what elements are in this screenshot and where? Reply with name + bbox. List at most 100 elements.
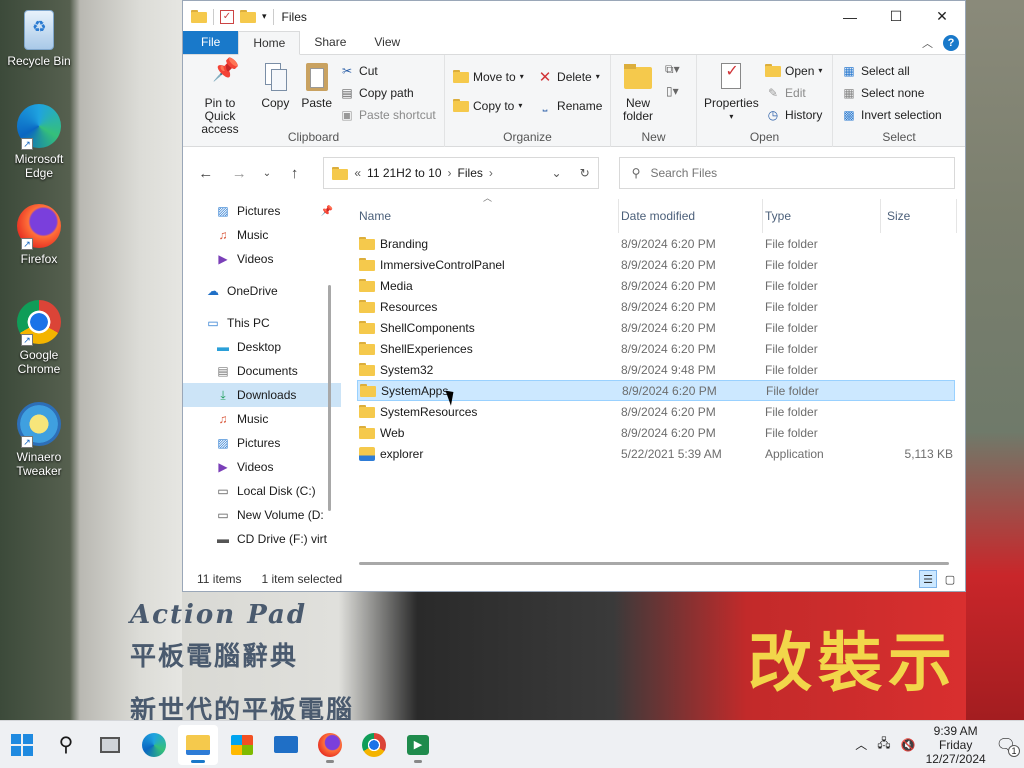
volume-muted-icon[interactable]: 🔇 bbox=[901, 738, 916, 752]
search-box[interactable]: ⚲ bbox=[618, 157, 955, 189]
paste-shortcut-button[interactable]: ▣ Paste shortcut bbox=[339, 105, 435, 124]
new-folder-button[interactable]: New folder bbox=[615, 59, 661, 125]
copy-button[interactable]: Copy bbox=[256, 59, 294, 112]
chrome-taskbar-button[interactable] bbox=[354, 725, 394, 765]
breadcrumb-item[interactable]: 11 21H2 to 10 bbox=[367, 166, 442, 180]
details-view-icon[interactable]: ☰ bbox=[919, 570, 937, 588]
nav-item[interactable]: ⤓ Downloads bbox=[183, 383, 341, 407]
table-row[interactable]: ShellExperiences 8/9/2024 6:20 PM File fol… bbox=[359, 338, 965, 359]
table-row[interactable]: System32 8/9/2024 9:48 PM File folder bbox=[359, 359, 965, 380]
nav-item[interactable]: ▭ Local Disk (C:) bbox=[183, 479, 341, 503]
nav-item[interactable]: ♫ Music bbox=[183, 407, 341, 431]
nav-item[interactable]: ☁ OneDrive bbox=[183, 279, 341, 303]
desktop-icon-recycle-bin[interactable]: ♻ Recycle Bin bbox=[6, 10, 72, 68]
forward-arrow-icon[interactable]: → bbox=[227, 165, 253, 182]
select-all-label: Select all bbox=[861, 63, 910, 78]
nav-item[interactable]: ▬ CD Drive (F:) virt bbox=[183, 527, 341, 551]
address-bar[interactable]: « 11 21H2 to 10 › Files › ⌄ ↻ bbox=[323, 157, 599, 189]
nav-item[interactable]: ▨ Pictures 📌 bbox=[183, 199, 341, 223]
start-button[interactable] bbox=[2, 725, 42, 765]
nav-scrollbar[interactable] bbox=[328, 285, 331, 511]
desktop-icon-chrome[interactable]: ↗ Google Chrome bbox=[6, 300, 72, 376]
open-button[interactable]: Open ▾ bbox=[765, 61, 822, 80]
tab-home[interactable]: Home bbox=[238, 31, 301, 55]
new-folder-quick-icon[interactable] bbox=[240, 10, 256, 23]
refresh-icon[interactable]: ↻ bbox=[580, 166, 590, 180]
nav-item[interactable]: ▶ Videos bbox=[183, 455, 341, 479]
column-type[interactable]: Type bbox=[763, 199, 881, 233]
help-icon[interactable]: ? bbox=[943, 35, 959, 51]
select-all-button[interactable]: ▦ Select all bbox=[841, 61, 942, 80]
column-size[interactable]: Size bbox=[881, 199, 957, 233]
cut-button[interactable]: ✂ Cut bbox=[339, 61, 436, 80]
recent-locations-icon[interactable]: ⌄ bbox=[260, 168, 274, 179]
clock[interactable]: 9:39 AM Friday 12/27/2024 bbox=[926, 724, 986, 766]
app-taskbar-button[interactable]: ▶ bbox=[398, 725, 438, 765]
nav-item[interactable]: ▤ Documents bbox=[183, 359, 341, 383]
table-row[interactable]: Branding 8/9/2024 6:20 PM File folder bbox=[359, 233, 965, 254]
column-date-modified[interactable]: Date modified bbox=[619, 199, 763, 233]
address-dropdown-icon[interactable]: ⌄ bbox=[552, 166, 562, 180]
table-row[interactable]: ImmersiveControlPanel 8/9/2024 6:20 PM Fil… bbox=[359, 254, 965, 275]
nav-item[interactable]: ▬ Desktop bbox=[183, 335, 341, 359]
nav-item[interactable]: ▶ Videos bbox=[183, 247, 341, 271]
network-icon[interactable]: 🖧 bbox=[877, 734, 890, 755]
notifications-icon[interactable]: 🗨 1 bbox=[996, 735, 1020, 757]
minimize-button[interactable]: — bbox=[827, 1, 873, 32]
paste-button[interactable]: Paste bbox=[298, 59, 336, 112]
nav-item[interactable]: ▭ This PC bbox=[183, 311, 341, 335]
search-taskbar-button[interactable]: ⚲ bbox=[46, 725, 86, 765]
customize-toolbar-icon[interactable]: ▾ bbox=[262, 11, 267, 22]
table-row[interactable]: Media 8/9/2024 6:20 PM File folder bbox=[359, 275, 965, 296]
maximize-button[interactable]: ☐ bbox=[873, 1, 919, 32]
easy-access-icon[interactable]: ▯▾ bbox=[664, 83, 680, 99]
copy-path-button[interactable]: ▤ Copy path bbox=[339, 83, 436, 102]
properties-button[interactable]: ✓ Properties ▾ bbox=[701, 59, 762, 125]
back-arrow-icon[interactable]: ← bbox=[193, 165, 219, 182]
table-row[interactable]: explorer 5/22/2021 5:39 AM Application 5,11… bbox=[359, 443, 965, 464]
table-row[interactable]: Web 8/9/2024 6:20 PM File folder bbox=[359, 422, 965, 443]
nav-item[interactable]: ♫ Music bbox=[183, 223, 341, 247]
large-icons-view-icon[interactable]: ▢ bbox=[941, 570, 959, 588]
select-none-button[interactable]: ▦ Select none bbox=[841, 83, 942, 102]
table-row[interactable]: Resources 8/9/2024 6:20 PM File folder bbox=[359, 296, 965, 317]
table-row[interactable]: ShellComponents 8/9/2024 6:20 PM File fold… bbox=[359, 317, 965, 338]
collapse-ribbon-icon[interactable]: ︿ bbox=[922, 35, 933, 51]
desktop-icon-winaero[interactable]: ↗ Winaero Tweaker bbox=[6, 402, 72, 478]
chevron-right-icon[interactable]: › bbox=[448, 166, 452, 180]
delete-button[interactable]: ✕ Delete ▾ bbox=[537, 67, 602, 86]
horizontal-scrollbar[interactable] bbox=[359, 562, 949, 565]
store-taskbar-button[interactable] bbox=[222, 725, 262, 765]
desktop-icon-edge[interactable]: ↗ Microsoft Edge bbox=[6, 104, 72, 180]
column-name[interactable]: Name bbox=[359, 199, 619, 233]
nav-item-label: Videos bbox=[237, 460, 274, 474]
show-hidden-icons-icon[interactable]: ︿ bbox=[855, 736, 867, 753]
up-arrow-icon[interactable]: ↑ bbox=[282, 165, 308, 182]
nav-item[interactable]: ▭ New Volume (D: bbox=[183, 503, 341, 527]
properties-quick-icon[interactable]: ✓ bbox=[220, 9, 234, 24]
rename-button[interactable]: ⎵ Rename bbox=[537, 96, 603, 115]
file-explorer-taskbar-button[interactable] bbox=[178, 724, 218, 765]
breadcrumb-overflow[interactable]: « bbox=[354, 166, 361, 180]
mail-taskbar-button[interactable] bbox=[266, 725, 306, 765]
dropdown-arrow-icon: ▾ bbox=[595, 72, 600, 81]
move-to-button[interactable]: Move to ▾ bbox=[453, 67, 524, 86]
tab-file[interactable]: File bbox=[183, 31, 239, 54]
close-button[interactable]: ✕ bbox=[919, 1, 965, 32]
tab-share[interactable]: Share bbox=[300, 31, 360, 54]
edit-button[interactable]: ✎ Edit bbox=[765, 83, 822, 102]
firefox-taskbar-button[interactable] bbox=[310, 725, 350, 765]
invert-selection-button[interactable]: ▩ Invert selection bbox=[841, 105, 941, 124]
new-item-icon[interactable]: ⧉▾ bbox=[664, 61, 680, 77]
task-view-button[interactable] bbox=[90, 725, 130, 765]
chevron-right-icon[interactable]: › bbox=[489, 166, 493, 180]
search-input[interactable] bbox=[650, 166, 931, 180]
desktop-icon-firefox[interactable]: ↗ Firefox bbox=[6, 204, 72, 266]
tab-view[interactable]: View bbox=[360, 31, 414, 54]
copy-to-button[interactable]: Copy to ▾ bbox=[453, 96, 524, 115]
breadcrumb-item[interactable]: Files bbox=[458, 166, 483, 180]
nav-item[interactable]: ▨ Pictures bbox=[183, 431, 341, 455]
pin-quick-access-button[interactable]: 📌 Pin to Quick access bbox=[187, 59, 253, 138]
edge-taskbar-button[interactable] bbox=[134, 725, 174, 765]
history-button[interactable]: ◷ History bbox=[765, 105, 823, 124]
